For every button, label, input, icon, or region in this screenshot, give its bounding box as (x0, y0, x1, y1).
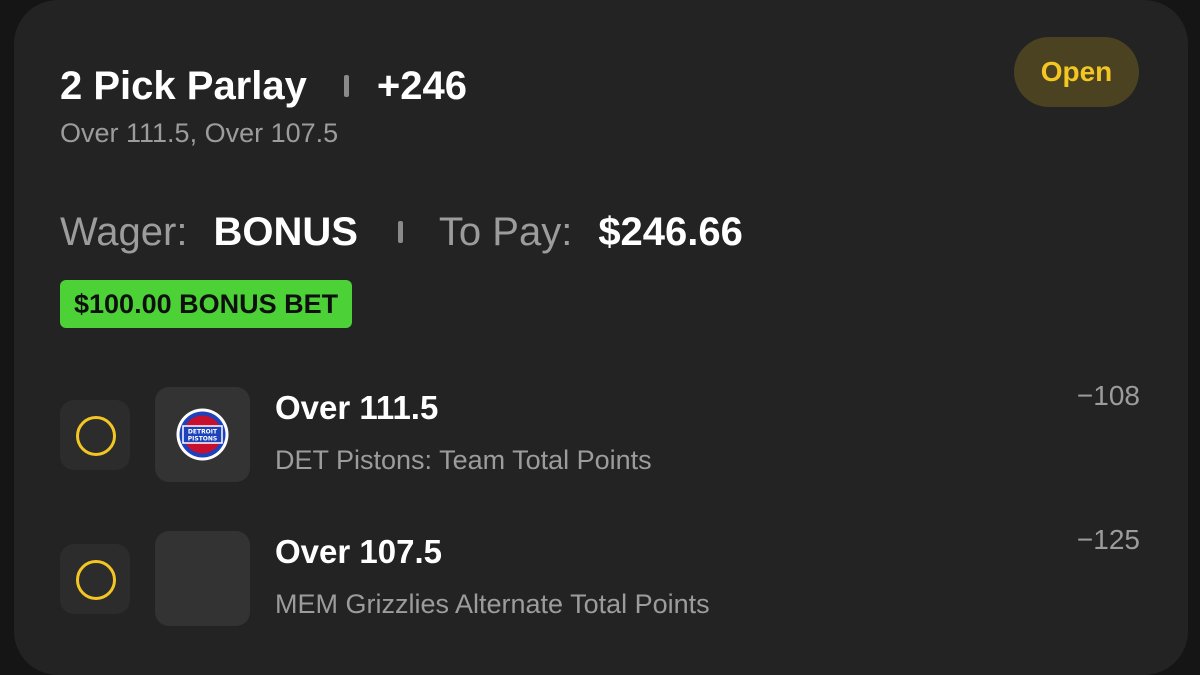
title-divider (343, 75, 349, 97)
pending-circle-icon (76, 416, 116, 456)
team-logo: DETROIT PISTONS (155, 387, 250, 482)
leg-odds: −125 (1076, 524, 1140, 555)
bet-card[interactable]: 2 Pick Parlay +246 Over 111.5, Over 107.… (14, 0, 1188, 675)
bonus-bet-badge: $100.00 BONUS BET (60, 280, 353, 328)
bet-leg[interactable]: Over 107.5 MEM Grizzlies Alternate Total… (60, 524, 1140, 627)
team-logo-placeholder (155, 531, 250, 626)
leg-title: Over 111.5 (275, 389, 439, 426)
status-badge: Open (1014, 37, 1139, 107)
leg-status-box (60, 400, 130, 470)
pistons-logo-icon: DETROIT PISTONS (176, 408, 229, 461)
bet-leg[interactable]: DETROIT PISTONS Over 111.5 DET Pistons: … (60, 380, 1140, 483)
logo-text-line1: DETROIT (188, 429, 218, 436)
leg-title: Over 107.5 (275, 533, 442, 570)
leg-odds: −108 (1076, 380, 1140, 411)
bet-subtitle: Over 111.5, Over 107.5 (60, 118, 339, 148)
to-pay-label: To Pay: (438, 209, 573, 254)
wager-row: Wager: BONUS To Pay: $246.66 (60, 204, 743, 260)
to-pay-value: $246.66 (598, 209, 743, 254)
bet-title: 2 Pick Parlay (60, 63, 307, 108)
parlay-odds: +246 (376, 63, 467, 108)
wager-label: Wager: (60, 209, 188, 254)
leg-status-box (60, 544, 130, 614)
leg-description: MEM Grizzlies Alternate Total Points (275, 589, 710, 619)
pending-circle-icon (76, 560, 116, 600)
leg-description: DET Pistons: Team Total Points (275, 445, 652, 475)
wager-divider (397, 221, 403, 243)
wager-value: BONUS (213, 209, 358, 254)
bet-title-row: 2 Pick Parlay +246 (60, 58, 467, 114)
logo-text-line2: PISTONS (188, 436, 218, 443)
